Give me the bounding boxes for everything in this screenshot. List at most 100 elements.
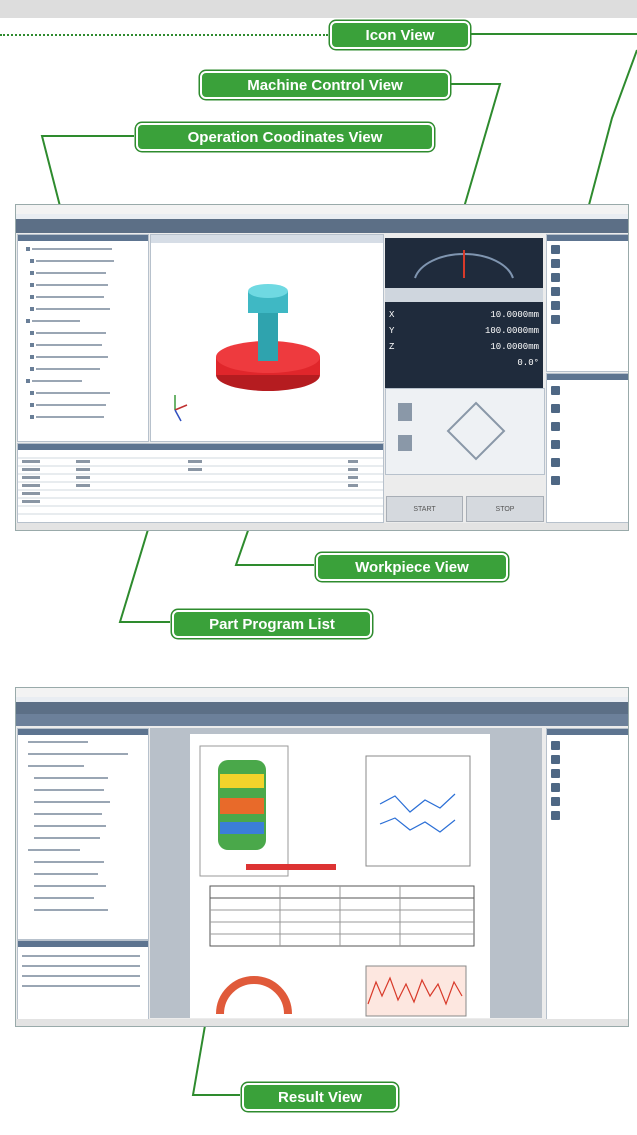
icon-item[interactable] — [551, 243, 564, 255]
tree-node[interactable] — [36, 416, 104, 418]
coordinate-value: 10.0000mm — [490, 342, 539, 352]
axis-label: Z — [389, 342, 395, 352]
start-button[interactable]: START — [386, 496, 463, 522]
tree-node[interactable] — [28, 753, 128, 755]
window-titlebar — [16, 688, 628, 697]
tree-node[interactable] — [36, 356, 108, 358]
icon-item[interactable] — [551, 299, 564, 311]
callout-part-program-list: Part Program List — [172, 610, 372, 638]
icon-item[interactable] — [551, 456, 564, 468]
tree-node[interactable] — [36, 392, 110, 394]
jog-direction-pad[interactable] — [386, 389, 544, 474]
tree-node[interactable] — [36, 260, 114, 262]
panel-header — [18, 235, 148, 241]
list-row[interactable] — [22, 955, 140, 957]
list-row[interactable] — [22, 985, 140, 987]
tree-node-icon — [26, 247, 30, 251]
tree-node[interactable] — [36, 284, 108, 286]
icon-item[interactable] — [551, 438, 564, 450]
tree-node[interactable] — [34, 777, 108, 779]
result-report-graphics — [199, 745, 475, 1017]
jog-slider[interactable] — [385, 288, 543, 302]
tree-node[interactable] — [28, 765, 84, 767]
tree-node-icon — [26, 379, 30, 383]
icon-view-panel-lower — [546, 373, 628, 523]
icon-item[interactable] — [551, 313, 564, 325]
tool-icon — [551, 439, 560, 449]
tree-node[interactable] — [36, 272, 106, 274]
tree-node[interactable] — [34, 885, 106, 887]
workpiece-view-panel[interactable] — [150, 234, 384, 442]
tree-node[interactable] — [36, 296, 104, 298]
icon-item[interactable] — [551, 402, 564, 414]
tree-node-icon — [30, 415, 34, 419]
tree-node[interactable] — [36, 308, 110, 310]
tree-node[interactable] — [28, 741, 88, 743]
screenshot-result-view — [15, 687, 629, 1027]
part-program-list-panel — [17, 443, 384, 523]
status-bar — [16, 523, 628, 530]
tree-node[interactable] — [34, 837, 100, 839]
tree-node[interactable] — [32, 380, 82, 382]
panel-header — [547, 235, 628, 241]
list-row[interactable] — [22, 975, 140, 977]
icon-item[interactable] — [551, 384, 564, 396]
tool-icon — [551, 300, 560, 310]
tree-node[interactable] — [34, 897, 94, 899]
callout-operation-coordinates-view: Operation Coodinates View — [136, 123, 434, 151]
axis-label: Y — [389, 326, 395, 336]
icon-item[interactable] — [551, 271, 564, 283]
icon-item[interactable] — [551, 739, 564, 751]
tree-node[interactable] — [36, 332, 106, 334]
result-view-area — [150, 728, 542, 1018]
icon-item[interactable] — [551, 420, 564, 432]
tree-node[interactable] — [34, 789, 104, 791]
tool-icon — [551, 810, 560, 820]
callout-result-view: Result View — [242, 1083, 398, 1111]
tree-node-icon — [30, 259, 34, 263]
callout-machine-control-view: Machine Control View — [200, 71, 450, 99]
tree-node-icon — [30, 307, 34, 311]
tree-node[interactable] — [34, 825, 106, 827]
stop-button[interactable]: STOP — [466, 496, 544, 522]
tree-node-icon — [30, 355, 34, 359]
callout-icon-view: Icon View — [330, 21, 470, 49]
tree-node[interactable] — [34, 873, 98, 875]
tree-node-icon — [30, 343, 34, 347]
coordinate-row: Z 10.0000mm — [389, 340, 539, 354]
tool-icon — [551, 314, 560, 324]
tree-node[interactable] — [34, 909, 108, 911]
tool-icon — [551, 740, 560, 750]
icon-item[interactable] — [551, 257, 564, 269]
tree-node[interactable] — [32, 320, 80, 322]
panel-header — [151, 235, 383, 243]
tree-node[interactable] — [34, 861, 104, 863]
tree-node-icon — [26, 319, 30, 323]
icon-item[interactable] — [551, 474, 564, 486]
tool-icon — [551, 258, 560, 268]
tree-node[interactable] — [34, 801, 110, 803]
program-list-grid[interactable] — [18, 444, 383, 522]
tree-node[interactable] — [34, 813, 102, 815]
tool-icon — [551, 286, 560, 296]
tree-node[interactable] — [36, 344, 102, 346]
tree-node-icon — [30, 367, 34, 371]
panel-header — [18, 729, 148, 735]
icon-item[interactable] — [551, 767, 564, 779]
tree-node[interactable] — [36, 404, 106, 406]
icon-item[interactable] — [551, 753, 564, 765]
tree-node[interactable] — [36, 368, 100, 370]
tree-node[interactable] — [32, 248, 112, 250]
status-bar — [16, 1019, 628, 1026]
icon-item[interactable] — [551, 285, 564, 297]
tree-node-icon — [30, 403, 34, 407]
icon-item[interactable] — [551, 795, 564, 807]
icon-item[interactable] — [551, 781, 564, 793]
tree-node[interactable] — [28, 849, 80, 851]
axis-label: X — [389, 310, 395, 320]
tool-icon — [551, 244, 560, 254]
window-titlebar — [16, 205, 628, 214]
list-row[interactable] — [22, 965, 140, 967]
result-report-page[interactable] — [190, 734, 490, 1018]
icon-item[interactable] — [551, 809, 564, 821]
